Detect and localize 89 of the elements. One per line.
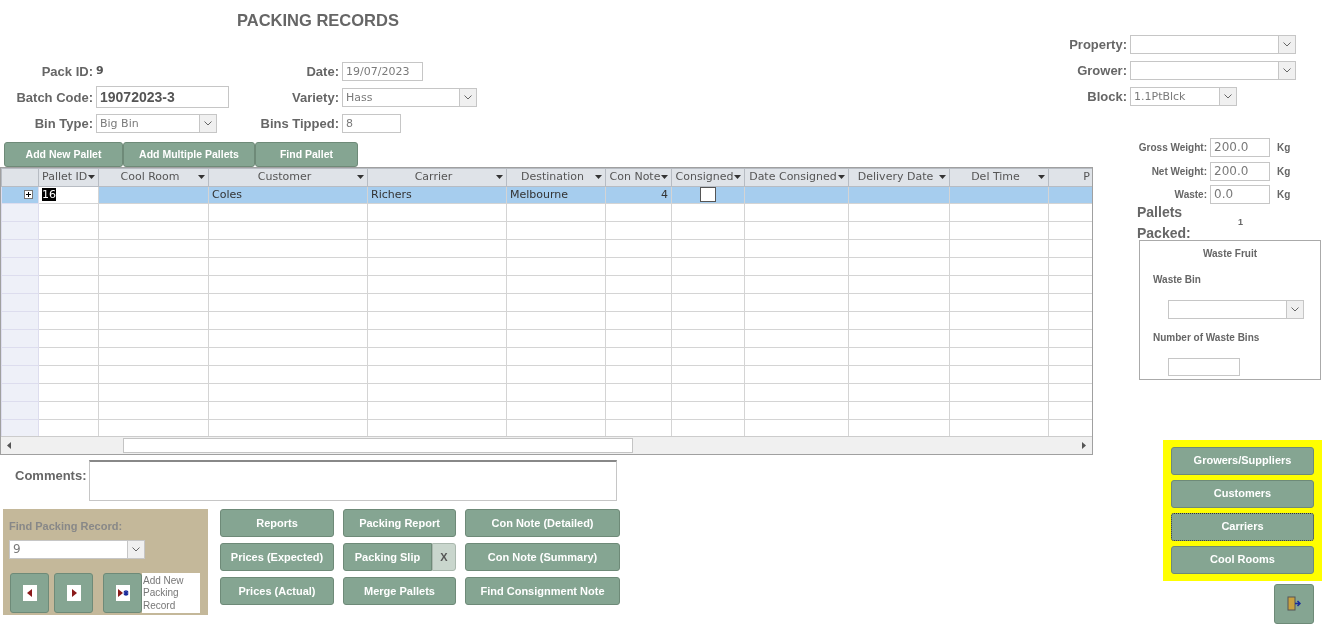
nav-button[interactable] (10, 572, 49, 613)
input-field[interactable]: 8 (342, 113, 401, 133)
setup-button[interactable]: Customers (1171, 479, 1314, 508)
field-label: Gross Weight: (1138, 142, 1207, 154)
input-field[interactable]: 19072023-3 (96, 86, 229, 108)
scrollbar-thumb[interactable] (123, 438, 633, 453)
field-label: Comments: (15, 468, 87, 483)
sort-arrow-icon (595, 175, 602, 180)
sort-arrow-icon (734, 175, 741, 180)
report-button[interactable]: Packing Slip (343, 543, 432, 571)
new-record-icon (115, 584, 130, 601)
dropdown-field[interactable] (1168, 299, 1304, 319)
chevron-icon (1283, 67, 1291, 73)
dropdown-field[interactable] (1130, 60, 1296, 80)
field-value: 1 (1238, 215, 1243, 229)
sort-arrow-icon (198, 175, 205, 180)
unit-label: Kg (1277, 141, 1291, 156)
sort-arrow-icon (661, 175, 668, 180)
pallet-button[interactable]: Add New Pallet (4, 142, 123, 167)
field-label: Pack ID: (41, 64, 93, 79)
field-label: Grower: (1077, 63, 1127, 78)
input-field[interactable]: 200.0 (1210, 161, 1270, 181)
dropdown-field[interactable]: Big Bin (96, 113, 217, 133)
report-button[interactable]: Packing Report (343, 509, 456, 537)
chevron-icon (204, 120, 212, 126)
field-value: 9 (96, 62, 104, 79)
expand-icon[interactable] (24, 190, 33, 200)
form-title: PACKING RECORDS (237, 10, 399, 30)
field-label: Batch Code: (16, 90, 93, 105)
field-label: Block: (1087, 89, 1127, 104)
sort-arrow-icon (1038, 175, 1045, 180)
field-label: Number of Waste Bins (1153, 330, 1260, 345)
right-arrow-icon (1081, 442, 1086, 449)
exit-button[interactable] (1274, 583, 1314, 624)
report-button[interactable]: Con Note (Detailed) (465, 509, 620, 537)
setup-button[interactable]: Cool Rooms (1171, 545, 1314, 574)
report-button[interactable]: Reports (220, 509, 334, 537)
chevron-icon (464, 94, 472, 100)
nav-button[interactable] (103, 572, 142, 613)
report-button[interactable]: Con Note (Summary) (465, 543, 620, 571)
sort-arrow-icon (838, 175, 845, 180)
field-label: Pallets Packed: (1137, 203, 1191, 241)
field-label: Waste: (1174, 189, 1207, 201)
input-field[interactable] (1168, 357, 1240, 376)
input-field[interactable]: 0.0 (1210, 185, 1270, 205)
dropdown-field[interactable]: 9 (9, 539, 145, 559)
door-exit-icon (1287, 596, 1301, 611)
unit-label: Kg (1277, 188, 1291, 203)
field-label: Waste Bin (1153, 272, 1201, 287)
sort-arrow-icon (357, 175, 364, 180)
dropdown-field[interactable]: 1.1PtBlck (1130, 86, 1237, 106)
field-label: Variety: (292, 90, 339, 105)
setup-button[interactable]: Growers/Suppliers (1171, 446, 1314, 475)
setup-button[interactable]: Carriers (1171, 512, 1314, 541)
report-button[interactable]: Prices (Actual) (220, 577, 334, 605)
horizontal-scrollbar[interactable] (1, 436, 1092, 454)
report-button[interactable]: Find Consignment Note (465, 577, 620, 605)
checkbox[interactable] (700, 187, 716, 202)
input-field[interactable]: 200.0 (1210, 138, 1270, 158)
button-caption: Add New Packing Record (142, 572, 200, 613)
sort-arrow-icon (939, 175, 946, 180)
sort-arrow-icon (88, 175, 95, 180)
panel-title: Waste Fruit (1202, 246, 1258, 261)
pallet-button[interactable]: Add Multiple Pallets (123, 142, 255, 167)
sort-arrow-icon (496, 175, 503, 180)
input-field[interactable]: 19/07/2023 (342, 61, 423, 81)
dropdown-field[interactable]: Hass (342, 87, 477, 107)
report-button[interactable]: Prices (Expected) (220, 543, 334, 571)
chevron-icon (1224, 93, 1232, 99)
pallet-button[interactable]: Find Pallet (255, 142, 358, 167)
previous-icon (22, 584, 37, 601)
field-label: Property: (1069, 37, 1127, 52)
chevron-icon (132, 546, 140, 552)
field-label: Date: (306, 64, 339, 79)
chevron-icon (1283, 41, 1291, 47)
dropdown-field[interactable] (1130, 34, 1296, 54)
clear-button[interactable]: X (432, 543, 456, 571)
left-arrow-icon (7, 442, 12, 449)
field-label: Bin Type: (34, 116, 93, 131)
panel-label: Find Packing Record: (9, 519, 124, 534)
report-button[interactable]: Merge Pallets (343, 577, 456, 605)
unit-label: Kg (1277, 164, 1291, 179)
table-row[interactable]: 16 Coles Richers Melbourne 4 (1, 186, 1092, 204)
field-label: Bins Tipped: (260, 116, 339, 131)
field-label: Net Weight: (1151, 165, 1207, 177)
chevron-icon (1291, 306, 1299, 312)
comments-field[interactable] (89, 460, 617, 501)
nav-button[interactable] (54, 572, 93, 613)
next-icon (66, 584, 81, 601)
